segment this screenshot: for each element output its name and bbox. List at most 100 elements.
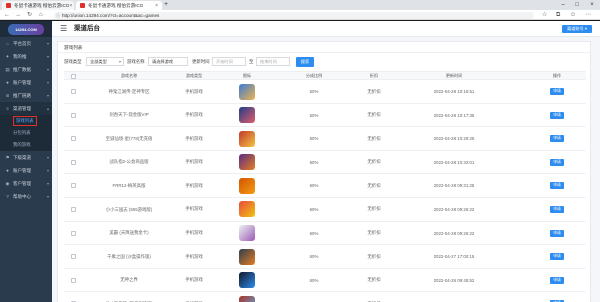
url-input[interactable]: ⓘ http://union.14294.com/?ct=account&ac=… <box>54 11 534 19</box>
discount-cell: 无折扣 <box>367 159 381 165</box>
row-checkbox[interactable] <box>64 245 82 268</box>
row-checkbox[interactable] <box>64 222 82 245</box>
maximize-icon[interactable]: □ <box>570 0 584 10</box>
row-checkbox[interactable] <box>64 198 82 221</box>
update-time-cell: 2022-04-28 10:17:36 <box>433 112 475 118</box>
game-type-select[interactable]: 全部类型 ▾ <box>86 57 124 66</box>
sidebar-subitem[interactable]: 游戏列表 <box>0 115 52 127</box>
apply-button[interactable]: 申请 <box>550 229 564 237</box>
sidebar-item[interactable]: ⊘ 推广链路 ▾ <box>0 89 52 102</box>
end-time-input[interactable]: 结束时间 <box>256 57 290 66</box>
checkbox[interactable] <box>70 183 76 189</box>
star-icon[interactable]: ☆ <box>542 11 547 19</box>
header-game-type: 游戏类型 <box>185 73 203 78</box>
row-checkbox[interactable] <box>64 80 82 103</box>
operation-cell: 申请 <box>544 198 570 221</box>
checkbox[interactable] <box>70 230 76 236</box>
back-icon[interactable]: ← <box>4 11 10 19</box>
row-checkbox[interactable] <box>64 104 82 127</box>
profile-icon[interactable]: ☺ <box>570 11 576 19</box>
header-share-ratio: 分成比例 <box>305 73 323 78</box>
search-button[interactable]: 搜索 <box>296 57 314 67</box>
discount-cell: 无折扣 <box>367 277 381 283</box>
window-close-icon[interactable]: × <box>585 0 599 10</box>
table-row: 战队指2-公会商品版 手机游戏 60% 无折扣 2022-04-28 10:32:01 申… <box>64 151 586 175</box>
sidebar-item[interactable]: ▤ 推广数据 ▾ <box>0 63 52 76</box>
apply-button[interactable]: 申请 <box>550 88 564 95</box>
apply-button[interactable]: 申请 <box>550 111 564 119</box>
row-checkbox[interactable] <box>64 127 82 150</box>
row-checkbox[interactable] <box>64 269 82 292</box>
sidebar-item[interactable]: ◉ 客户管理 ▾ <box>0 177 52 190</box>
game-name-cell: 战斗天使萌 (天使剧情版) <box>94 292 164 302</box>
table-row: FRR12-梅英高版 手机游戏 60% 无折扣 2022-04-28 09:31:25 申… <box>64 174 586 198</box>
close-tab-icon[interactable]: × <box>69 3 72 9</box>
row-checkbox[interactable] <box>64 174 82 197</box>
home-icon: ⌂ <box>6 41 9 46</box>
filter-bar: 游戏类型 全部类型 ▾ 游戏名称 请选择游戏 更新时间 开始时间 至 结束时间 … <box>64 57 584 67</box>
start-time-input[interactable]: 开始时间 <box>212 57 246 66</box>
checkbox[interactable] <box>70 89 76 94</box>
sidebar-subitem[interactable]: 我的游戏 <box>0 139 52 151</box>
chevron-down-icon: ▾ <box>118 59 121 64</box>
operation-cell: 申请 <box>544 80 570 103</box>
security-info-icon[interactable]: ⓘ <box>56 12 60 19</box>
home-nav-icon[interactable]: ⌂ <box>39 11 43 19</box>
checkbox[interactable] <box>70 254 76 260</box>
sidebar-item[interactable]: ⚑ 下级渠道 ▾ <box>0 151 52 164</box>
collections-icon[interactable]: ⧉ <box>556 11 560 19</box>
checkbox[interactable] <box>70 206 76 212</box>
close-tab-icon[interactable]: × <box>155 3 158 9</box>
minimize-icon[interactable]: – <box>556 0 570 10</box>
sidebar-item[interactable]: ● 账户管理 ▾ <box>0 76 52 89</box>
sidebar-item[interactable]: ● 账户管理 ▾ <box>0 164 52 177</box>
checkbox[interactable] <box>70 159 76 165</box>
account-dropdown-button[interactable]: 渠道账号 ▾ <box>561 25 592 33</box>
game-icon <box>239 130 255 147</box>
apply-button[interactable]: 申请 <box>550 276 564 284</box>
browser-tab-active[interactable]: 冬鼠卡通游戏 橙伯云游ICG × <box>76 1 162 10</box>
reload-icon[interactable]: ↻ <box>27 11 32 19</box>
checkbox[interactable] <box>70 136 76 142</box>
sidebar-item-label: 帮助中心 <box>13 193 31 199</box>
game-icon-cell <box>229 174 265 197</box>
logo: 14294.COM <box>0 21 52 37</box>
new-tab-icon[interactable]: + <box>164 1 168 9</box>
apply-button[interactable]: 申请 <box>550 135 564 143</box>
row-checkbox[interactable] <box>64 292 82 302</box>
sidebar-item[interactable]: ? 帮助中心 ▾ <box>0 190 52 203</box>
game-icon-cell <box>229 198 265 221</box>
select-all-checkbox[interactable] <box>64 72 82 80</box>
game-table: 游戏名称 游戏类型 图标 分成比例 折扣 更新时间 操作 神鬼江湖传-定神专区手… <box>64 71 586 302</box>
game-name-input[interactable]: 请选择游戏 <box>148 57 188 66</box>
table-row: 神鬼江湖传-定神专区 手机游戏 60% 无折扣 2022-04-28 10:15:51 申… <box>64 80 586 104</box>
apply-button[interactable]: 申请 <box>550 158 564 166</box>
apply-button[interactable]: 申请 <box>550 182 564 190</box>
forward-icon[interactable]: → <box>15 11 21 19</box>
row-checkbox[interactable] <box>64 151 82 174</box>
discount-cell: 无折扣 <box>367 253 381 259</box>
sidebar-item[interactable]: ✦ 我的推 ▾ <box>0 50 52 63</box>
apply-button[interactable]: 申请 <box>550 205 564 213</box>
header-operation: 操作 <box>552 73 562 78</box>
menu-toggle-icon[interactable]: ☰ <box>60 24 67 33</box>
sidebar-item-label: 客户管理 <box>13 180 31 186</box>
discount-cell: 无折扣 <box>367 135 381 141</box>
table-row: 战斗天使萌 (天使剧情版) 手机游戏 60% 无折扣 2022-04-26 09:17:… <box>64 292 586 302</box>
game-icon <box>239 201 255 218</box>
browser-tab[interactable]: 冬鼠卡通游戏 橙伯云游ICG × <box>2 1 74 10</box>
game-icon-cell <box>229 104 265 127</box>
game-name-value: 请选择游戏 <box>152 59 173 64</box>
more-menu-icon[interactable]: ⋯ <box>585 11 591 19</box>
operation-cell: 申请 <box>544 269 570 292</box>
checkbox[interactable] <box>70 277 76 283</box>
game-icon-cell <box>229 292 265 302</box>
update-time-cell: 2022-04-28 10:29:25 <box>433 136 475 142</box>
link-icon: ⊘ <box>5 92 10 98</box>
apply-button[interactable]: 申请 <box>550 253 564 261</box>
sidebar-item[interactable]: ≡ 渠道管理 ▴ <box>0 102 52 115</box>
sidebar-subitem[interactable]: 分包列表 <box>0 127 52 139</box>
checkbox[interactable] <box>70 112 76 118</box>
channel-icon: ≡ <box>6 106 9 111</box>
sidebar-item[interactable]: ⌂ 平台首页 ▾ <box>0 37 52 50</box>
